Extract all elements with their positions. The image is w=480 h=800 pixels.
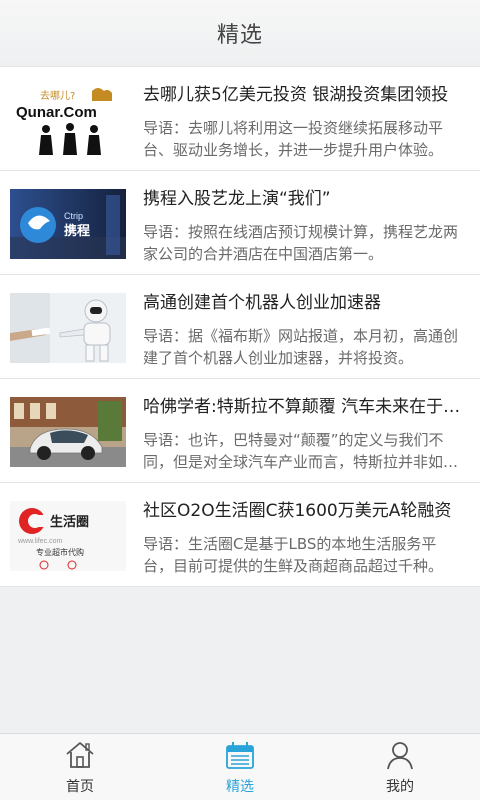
article-summary: 导语：去哪儿将利用这一投资继续拓展移动平台、驱动业务增长，并进一步提升用户体验。: [143, 119, 444, 159]
user-icon: [387, 742, 413, 770]
article-thumbnail: Ctrip 携程: [10, 189, 126, 259]
tab-me-label: 我的: [386, 779, 414, 795]
svg-text:Qunar.Com: Qunar.Com: [16, 104, 97, 121]
svg-text:Ctrip: Ctrip: [64, 211, 83, 221]
article-title: 社区O2O生活圈C获1600万美元A轮融资: [143, 501, 452, 521]
article-summary: 导语：也许，巴特曼对“颠覆”的定义与我们不同，但是对全球汽车产业而言，特斯拉并非…: [143, 431, 444, 471]
calendar-icon: [226, 742, 254, 769]
tab-featured[interactable]: 精选: [160, 734, 320, 800]
article-thumbnail: 去哪儿? Qunar.Com: [10, 85, 126, 155]
tab-home[interactable]: 首页: [0, 734, 160, 800]
svg-text:www.lifec.com: www.lifec.com: [17, 538, 63, 545]
bottom-tab-bar: 首页 精选 我的: [0, 733, 480, 800]
tab-me[interactable]: 我的: [320, 734, 480, 800]
article-item[interactable]: 去哪儿? Qunar.Com 去哪儿获5亿美元投资 银湖投资集团领投 导语：去哪…: [0, 67, 480, 171]
article-item[interactable]: 哈佛学者:特斯拉不算颠覆 汽车未来在于共享 导语：也许，巴特曼对“颠覆”的定义与…: [0, 379, 480, 483]
article-title: 高通创建首个机器人创业加速器: [143, 293, 381, 313]
svg-text:专业超市代购: 专业超市代购: [36, 547, 84, 557]
article-item[interactable]: 高通创建首个机器人创业加速器 导语：据《福布斯》网站报道，本月初，高通创建了首个…: [0, 275, 480, 379]
home-icon: [66, 742, 94, 768]
article-thumbnail: [10, 397, 126, 467]
article-list: 去哪儿? Qunar.Com 去哪儿获5亿美元投资 银湖投资集团领投 导语：去哪…: [0, 67, 480, 587]
article-title: 携程入股艺龙上演“我们”: [143, 189, 331, 209]
article-thumbnail: [10, 293, 126, 363]
page-title: 精选: [216, 23, 263, 48]
article-summary: 导语：生活圈C是基于LBS的本地生活服务平台，目前可提供的生鲜及商超商品超过千种…: [143, 535, 444, 575]
tab-featured-label: 精选: [226, 779, 254, 795]
tab-home-label: 首页: [66, 779, 94, 795]
article-thumbnail: 生活圈 www.lifec.com 专业超市代购: [10, 501, 126, 571]
article-summary: 导语：据《福布斯》网站报道，本月初，高通创建了首个机器人创业加速器，并将投资。: [143, 327, 459, 367]
article-item[interactable]: Ctrip 携程 携程入股艺龙上演“我们” 导语：按照在线酒店预订规模计算，携程…: [0, 171, 480, 275]
article-title: 哈佛学者:特斯拉不算颠覆 汽车未来在于共享: [143, 397, 464, 417]
article-title: 去哪儿获5亿美元投资 银湖投资集团领投: [143, 85, 449, 105]
top-bar: 精选: [0, 0, 480, 67]
article-item[interactable]: 生活圈 www.lifec.com 专业超市代购 社区O2O生活圈C获1600万…: [0, 483, 480, 587]
article-summary: 导语：按照在线酒店预订规模计算，携程艺龙两家公司的合并酒店在中国酒店第一。: [143, 223, 459, 263]
svg-text:生活圈: 生活圈: [50, 514, 89, 530]
svg-text:去哪儿?: 去哪儿?: [40, 90, 75, 102]
svg-text:携程: 携程: [64, 223, 90, 239]
